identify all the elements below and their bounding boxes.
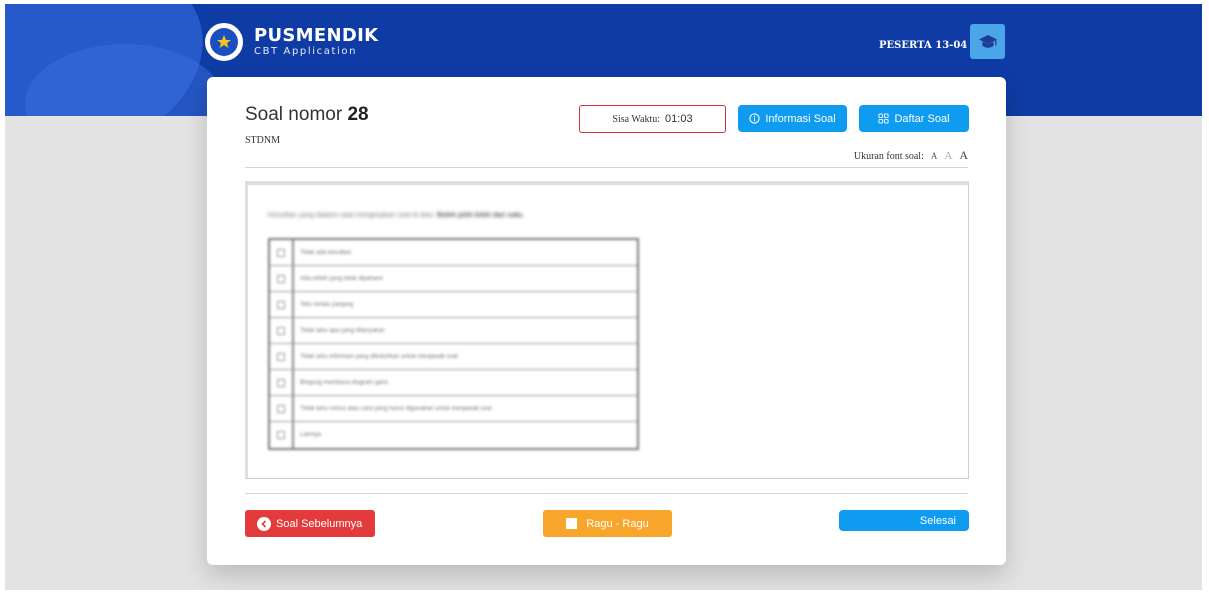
checkbox[interactable] (277, 248, 285, 257)
question-info-label: Informasi Soal (765, 112, 836, 125)
participant-name: PESERTA 13-04 (879, 40, 968, 51)
question-info-button[interactable]: Informasi Soal (738, 105, 847, 132)
answer-option-label: Tidak ada kesulitan (300, 249, 352, 256)
answer-option-label: Tidak tahu apa yang ditanyakan (300, 327, 385, 334)
font-size-control: Ukuran font soal: A A A (854, 148, 968, 163)
time-remaining: Sisa Waktu: 01:03 (579, 105, 726, 133)
divider (245, 493, 968, 494)
question-number: 28 (347, 104, 369, 125)
checkbox[interactable] (277, 378, 285, 387)
question-title-prefix: Soal nomor (245, 104, 343, 125)
question-content: Kesulitan yang dialami saat mengerjakan … (245, 181, 969, 479)
answer-options: Tidak ada kesulitan Ada istilah yang tid… (268, 238, 639, 450)
font-size-small[interactable]: A (931, 151, 938, 161)
timer-value: 01:03 (665, 113, 693, 125)
answer-option[interactable]: Lainnya (270, 422, 637, 448)
answer-option[interactable]: Tidak tahu informasi yang dibutuhkan unt… (270, 344, 637, 370)
app-subtitle: CBT Application (254, 46, 358, 57)
font-size-medium[interactable]: A (944, 150, 952, 162)
previous-question-button[interactable]: Soal Sebelumnya (245, 510, 375, 537)
answer-option-label: Bingung membaca diagram garis (300, 379, 389, 386)
answer-option[interactable]: Tidak tahu rumus atau cara yang harus di… (270, 396, 637, 422)
checkbox[interactable] (277, 431, 285, 439)
graduation-cap-icon (978, 34, 997, 48)
checkbox[interactable] (277, 404, 285, 413)
question-list-button[interactable]: Daftar Soal (859, 105, 969, 132)
doubt-checkbox[interactable] (566, 518, 578, 529)
user-menu-button[interactable] (970, 24, 1005, 59)
doubt-label: Ragu - Ragu (586, 517, 649, 530)
checkbox[interactable] (277, 326, 285, 335)
question-prompt-emphasis: Boleh pilih lebih dari satu. (436, 212, 525, 219)
grid-icon (878, 113, 890, 124)
font-size-large[interactable]: A (959, 148, 968, 163)
app-title: PUSMENDIK (254, 25, 379, 46)
doubt-button[interactable]: Ragu - Ragu (543, 510, 672, 537)
info-icon (749, 113, 760, 124)
answer-option[interactable]: Teks terlalu panjang (270, 292, 637, 318)
finish-button[interactable]: Selesai (839, 510, 969, 531)
brand: PUSMENDIK CBT Application (205, 23, 378, 61)
previous-question-label: Soal Sebelumnya (276, 517, 363, 530)
divider (245, 167, 968, 168)
checkbox[interactable] (277, 352, 285, 361)
font-size-label: Ukuran font soal: (853, 151, 924, 162)
question-list-label: Daftar Soal (894, 112, 950, 125)
answer-option[interactable]: Tidak tahu apa yang ditanyakan (270, 318, 637, 344)
app-viewport: PUSMENDIK CBT Application PESERTA 13-04 … (5, 4, 1202, 590)
question-card: Soal nomor 28 STDNM Sisa Waktu: 01:03 In… (207, 77, 1006, 565)
answer-option[interactable]: Tidak ada kesulitan (270, 240, 637, 266)
finish-label: Selesai (919, 514, 956, 527)
question-title: Soal nomor 28 (245, 104, 369, 126)
question-code: STDNM (245, 135, 281, 146)
answer-option-label: Teks terlalu panjang (300, 301, 354, 308)
answer-option-label: Lainnya (300, 432, 322, 438)
answer-option[interactable]: Ada istilah yang tidak dipahami (270, 266, 637, 292)
question-prompt: Kesulitan yang dialami saat mengerjakan … (268, 212, 524, 219)
answer-option[interactable]: Bingung membaca diagram garis (270, 370, 637, 396)
answer-option-label: Tidak tahu rumus atau cara yang harus di… (300, 405, 492, 412)
checkbox[interactable] (277, 274, 285, 283)
tut-wuri-handayani-logo (205, 23, 243, 61)
checkbox[interactable] (277, 300, 285, 309)
answer-option-label: Tidak tahu informasi yang dibutuhkan unt… (300, 353, 458, 360)
chevron-left-icon (257, 516, 271, 531)
question-prompt-text: Kesulitan yang dialami saat mengerjakan … (268, 212, 435, 219)
answer-option-label: Ada istilah yang tidak dipahami (300, 275, 383, 282)
timer-label: Sisa Waktu: (612, 113, 661, 125)
